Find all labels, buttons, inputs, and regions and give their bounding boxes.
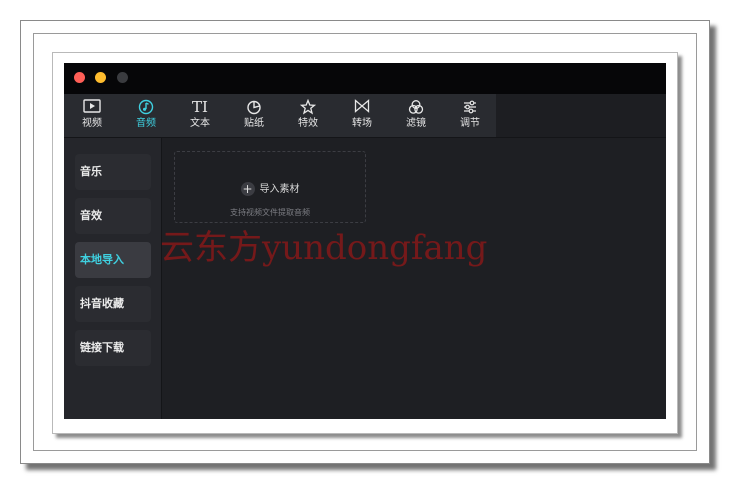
close-window-button[interactable] — [74, 72, 85, 83]
import-button[interactable]: + 导入素材 — [175, 182, 365, 198]
tab-text[interactable]: TI 文本 — [175, 94, 225, 137]
sidebar-item-music[interactable]: 音乐 — [75, 154, 151, 190]
music-note-icon — [121, 99, 171, 115]
filter-circles-icon — [391, 99, 441, 115]
title-bar — [64, 63, 666, 94]
sidebar-item-link-download[interactable]: 链接下载 — [75, 330, 151, 366]
zoom-window-button[interactable] — [117, 72, 128, 83]
toolbar-empty-area — [496, 94, 666, 138]
tab-adjust[interactable]: 调节 — [445, 94, 495, 137]
tab-transition[interactable]: 转场 — [337, 94, 387, 137]
sidebar-item-douyin-favorites[interactable]: 抖音收藏 — [75, 286, 151, 322]
tab-filter-label: 滤镜 — [406, 118, 426, 129]
sparkle-star-icon — [283, 98, 333, 115]
tab-adjust-label: 调节 — [460, 118, 480, 129]
sliders-icon — [445, 99, 495, 115]
tab-transition-label: 转场 — [352, 118, 372, 129]
tab-video-label: 视频 — [82, 118, 102, 129]
tab-effects-label: 特效 — [298, 118, 318, 129]
tab-sticker-label: 贴纸 — [244, 118, 264, 129]
import-hint: 支持视频文件提取音频 — [230, 208, 310, 217]
sidebar-item-sound-effects[interactable]: 音效 — [75, 198, 151, 234]
minimize-window-button[interactable] — [95, 72, 106, 83]
tab-text-label: 文本 — [190, 118, 210, 129]
sidebar-item-local-import[interactable]: 本地导入 — [75, 242, 151, 278]
import-label: 导入素材 — [259, 184, 300, 195]
tab-audio[interactable]: 音频 — [121, 94, 171, 137]
tab-video[interactable]: 视频 — [67, 94, 117, 137]
watermark: 云东方yundongfang — [160, 228, 488, 268]
text-ti-icon: TI — [192, 98, 208, 116]
play-box-icon — [67, 99, 117, 115]
tab-effects[interactable]: 特效 — [283, 94, 333, 137]
tab-filter[interactable]: 滤镜 — [391, 94, 441, 137]
sticker-icon — [229, 99, 279, 115]
import-dropzone[interactable]: + 导入素材 支持视频文件提取音频 — [174, 151, 366, 223]
tab-sticker[interactable]: 贴纸 — [229, 94, 279, 137]
transition-bowtie-icon — [337, 99, 387, 115]
plus-icon: + — [240, 182, 255, 196]
main-panel: + 导入素材 支持视频文件提取音频 — [162, 138, 666, 419]
tab-audio-label: 音频 — [136, 118, 156, 129]
audio-sidebar: 音乐 音效 本地导入 抖音收藏 链接下载 — [64, 138, 162, 419]
